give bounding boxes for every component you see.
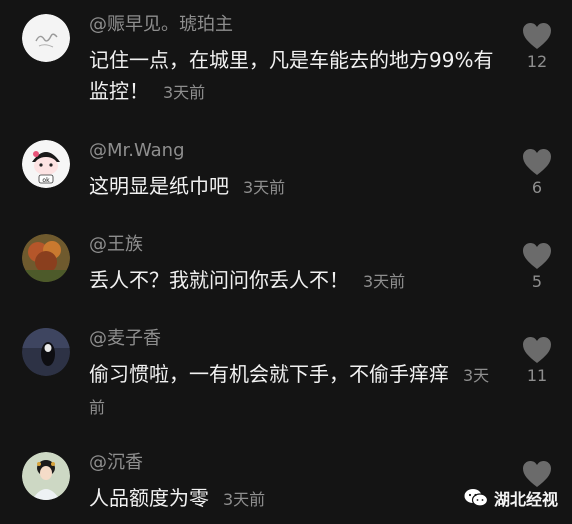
autumn-tree-avatar-icon xyxy=(22,234,70,282)
avatar[interactable]: ok xyxy=(22,140,70,188)
like-count: 11 xyxy=(526,366,548,385)
avatar[interactable] xyxy=(22,328,70,376)
like-button[interactable]: 12 xyxy=(515,22,559,72)
comment-body: 偷习惯啦，一有机会就下手，不偷手痒痒 3天前 xyxy=(89,359,499,423)
comment-username[interactable]: @赈早见。琥珀主 xyxy=(89,14,233,36)
svg-text:ok: ok xyxy=(42,177,50,184)
dark-figure-avatar-icon xyxy=(22,328,70,376)
watermark-label: 湖北经视 xyxy=(493,490,558,509)
comment-username[interactable]: @Mr.Wang xyxy=(89,140,185,162)
watermark: 湖北经视 xyxy=(464,486,558,510)
comment-text: 人品额度为零 xyxy=(89,486,209,510)
comment-body: 人品额度为零 3天前 xyxy=(89,483,499,515)
avatar[interactable] xyxy=(22,14,70,62)
comment-username[interactable]: @沉香 xyxy=(89,452,143,474)
like-button[interactable]: 6 xyxy=(515,148,559,198)
heart-icon xyxy=(523,243,551,269)
comment-text: 偷习惯啦，一有机会就下手，不偷手痒痒 xyxy=(89,362,449,386)
wechat-icon xyxy=(464,489,488,507)
like-button[interactable]: 5 xyxy=(515,242,559,292)
heart-icon xyxy=(523,149,551,175)
heart-icon xyxy=(523,337,551,363)
handwriting-avatar-icon xyxy=(22,14,70,62)
comment-time: 3天前 xyxy=(243,178,286,197)
comment-text: 丢人不？我就问问你丢人不！ xyxy=(89,268,349,292)
avatar[interactable] xyxy=(22,452,70,500)
comment-time: 3天前 xyxy=(163,83,206,102)
comment-body: 记住一点，在城里，凡是车能去的地方99%有监控！ 3天前 xyxy=(89,45,499,108)
like-count: 5 xyxy=(531,272,543,291)
like-count: 6 xyxy=(531,178,543,197)
like-count: 12 xyxy=(526,52,548,71)
heart-icon xyxy=(523,461,551,487)
comment-body: 这明显是纸巾吧 3天前 xyxy=(89,171,499,203)
comment-username[interactable]: @麦子香 xyxy=(89,328,161,350)
comment-list: @赈早见。琥珀主 记住一点，在城里，凡是车能去的地方99%有监控！ 3天前 12 … xyxy=(0,0,572,524)
comment-text: 记住一点，在城里，凡是车能去的地方99%有监控！ xyxy=(89,48,494,103)
heart-icon xyxy=(523,23,551,49)
like-button[interactable]: 11 xyxy=(515,336,559,386)
cartoon-ok-avatar-icon: ok xyxy=(22,140,70,188)
comment-time: 3天前 xyxy=(223,490,266,509)
avatar[interactable] xyxy=(22,234,70,282)
comment-body: 丢人不？我就问问你丢人不！ 3天前 xyxy=(89,265,499,297)
costume-girl-avatar-icon xyxy=(22,452,70,500)
comment-text: 这明显是纸巾吧 xyxy=(89,174,229,198)
comment-time: 3天前 xyxy=(363,272,406,291)
comment-username[interactable]: @王族 xyxy=(89,234,143,256)
